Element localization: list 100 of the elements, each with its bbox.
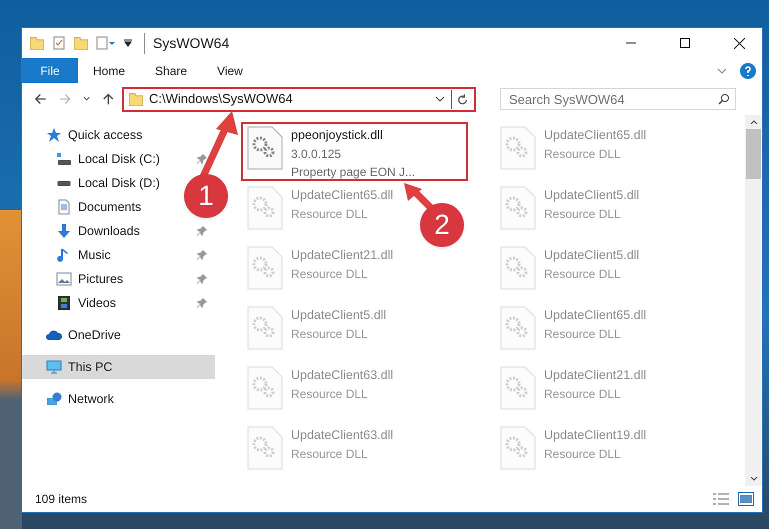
sidebar-label: OneDrive [68,326,121,344]
close-icon [734,38,744,48]
file-gear-icon [247,186,283,230]
file-name: UpdateClient65.dll [544,307,646,324]
scrollbar-thumb[interactable] [746,129,761,179]
sidebar-item[interactable]: Quick access [22,123,215,147]
file-name: UpdateClient21.dll [544,367,646,384]
ribbon-tab[interactable]: Home [81,58,138,83]
file-detail: Resource DLL [544,386,622,403]
file-detail: Resource DLL [544,206,622,223]
document-icon [56,199,72,215]
properties-icon[interactable] [52,36,66,50]
file-detail: Property page EON J... [291,164,416,181]
dropdown-icon[interactable] [124,39,132,47]
window-title: SysWOW64 [144,32,230,54]
film-icon [56,295,72,311]
pin-icon[interactable] [197,226,207,236]
file-name: UpdateClient21.dll [291,247,394,264]
maximize-icon [680,38,690,48]
file-name: UpdateClient65.dll [544,127,646,144]
sidebar-item[interactable]: This PC [22,355,215,379]
details-view-icon[interactable] [712,492,730,506]
large-icons-view-icon[interactable] [738,492,754,506]
drive-icon [56,151,72,167]
address-bar[interactable]: C:\Windows\SysWOW64 [124,90,473,108]
computer-icon [46,359,62,375]
file-gear-icon [500,306,536,350]
file-detail: Resource DLL [544,446,622,463]
sidebar-label: Music [78,246,111,264]
file-gear-icon [500,126,536,170]
sidebar-label: This PC [68,358,112,376]
sidebar-label: Local Disk (D:) [78,174,160,192]
ribbon-tab[interactable]: Share [143,58,200,83]
arrow [404,183,434,209]
sidebar-label: Documents [78,198,142,216]
sidebar-label: Network [68,390,114,408]
sidebar-label: Videos [78,294,116,312]
file-gear-icon [500,186,536,230]
sidebar-item[interactable]: Local Disk (C:) [22,147,160,171]
address-path: C:\Windows\SysWOW64 [148,90,294,108]
sidebar-label: Downloads [78,222,140,240]
file-gear-icon [247,306,283,350]
sidebar-item[interactable]: Local Disk (D:) [22,171,160,195]
file-tab[interactable]: File [22,58,78,83]
picture-icon [56,271,72,287]
sidebar-item[interactable]: Videos [22,291,116,315]
file-name: UpdateClient5.dll [544,187,640,204]
file-name: UpdateClient5.dll [544,247,640,264]
pin-icon[interactable] [197,274,207,284]
network-icon [46,391,62,407]
folder-icon [30,36,44,50]
sidebar-label: Pictures [78,270,124,288]
file-tile[interactable]: ppeonjoystick.dll 3.0.0.125 Property page EON J... [241,122,468,181]
file-detail: Resource DLL [544,266,622,283]
pin-icon[interactable] [197,154,207,164]
file-name: UpdateClient19.dll [544,427,646,444]
minimize-icon [626,42,636,44]
file-detail: Resource DLL [544,146,622,163]
file-gear-icon [247,126,283,170]
file-detail: Resource DLL [291,446,369,463]
file-detail: Resource DLL [544,326,622,343]
sidebar-label: Local Disk (C:) [78,150,160,168]
file-name: UpdateClient63.dll [291,367,394,384]
sidebar-label: Quick access [68,126,142,144]
sidebar-item[interactable]: Documents [22,195,142,219]
file-gear-icon [247,426,283,470]
file-gear-icon [500,246,536,290]
file-gear-icon [247,246,283,290]
up-arrow-icon[interactable] [102,92,115,106]
pin-icon[interactable] [197,250,207,260]
sidebar-item[interactable]: OneDrive [22,323,215,347]
item-count: 109 items [35,491,88,508]
file-gear-icon [500,366,536,410]
file-detail: Resource DLL [291,386,369,403]
file-detail: Resource DLL [291,266,369,283]
file-name: UpdateClient5.dll [291,307,386,324]
file-gear-icon [247,366,283,410]
file-detail: Resource DLL [291,326,369,343]
sidebar-item[interactable]: Network [22,387,215,411]
scrollbar[interactable] [745,115,762,486]
file-detail: Resource DLL [291,206,369,223]
download-icon [56,223,72,239]
ribbon-tab[interactable]: View [205,58,255,83]
view-options-icon[interactable] [96,36,116,50]
sidebar-item[interactable]: Downloads [22,219,140,243]
chevron-down-icon[interactable] [83,95,90,103]
file-name: ppeonjoystick.dll [291,127,384,144]
help-icon[interactable] [740,62,756,78]
back-arrow-icon[interactable] [34,92,47,106]
sidebar-item[interactable]: Music [22,243,111,267]
scroll-down-icon[interactable] [750,477,758,481]
sidebar-item[interactable]: Pictures [22,267,124,291]
star-icon [46,127,62,143]
scroll-up-icon[interactable] [750,120,758,124]
chevron-down-icon[interactable] [434,94,445,104]
pin-icon[interactable] [197,298,207,308]
file-gear-icon [500,426,536,470]
file-name: UpdateClient65.dll [291,187,394,204]
folder-icon [128,92,143,106]
file-detail: 3.0.0.125 [291,146,342,163]
